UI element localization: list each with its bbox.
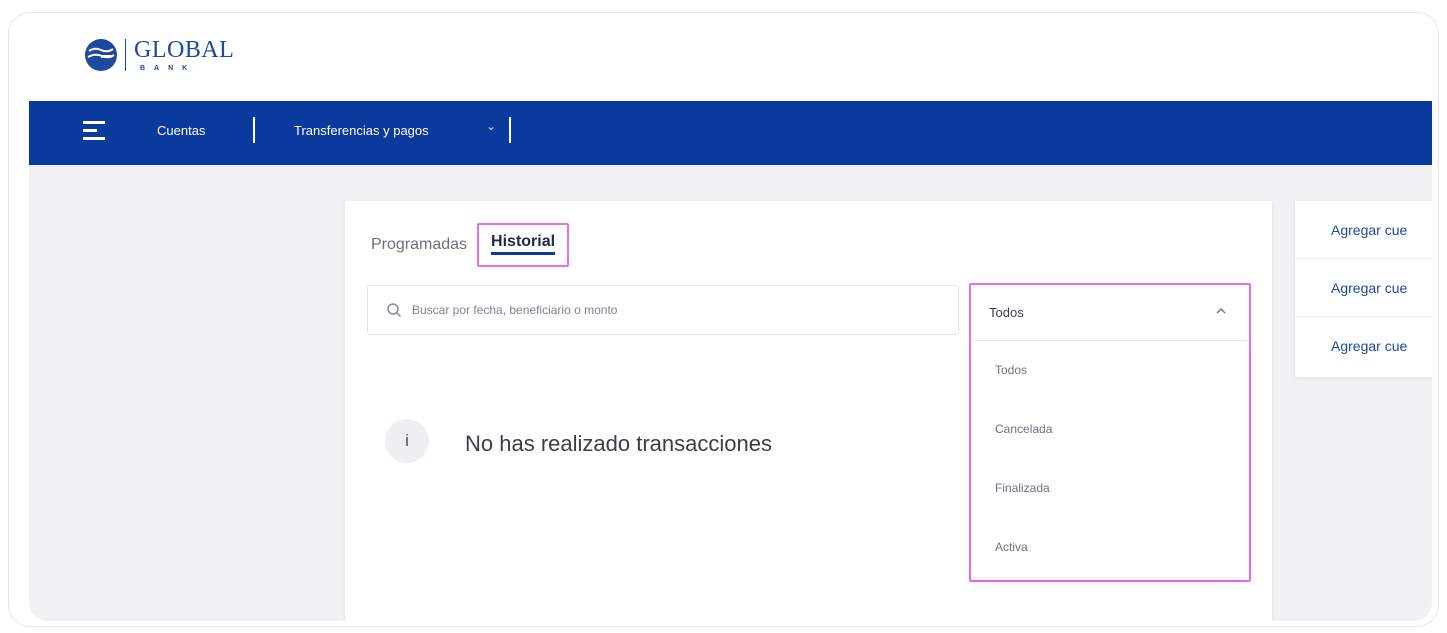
logo-divider — [125, 39, 126, 71]
screenshot-frame: GLOBAL BANK Cuentas Transferencias y pag… — [8, 12, 1439, 627]
app-window: GLOBAL BANK Cuentas Transferencias y pag… — [29, 13, 1432, 621]
add-account-link[interactable]: Agregar cue — [1295, 317, 1432, 375]
nav-divider — [509, 117, 511, 143]
menu-icon[interactable] — [83, 121, 105, 143]
globe-logo-icon — [85, 39, 117, 71]
add-account-link[interactable]: Agregar cue — [1295, 259, 1432, 317]
tab-programadas[interactable]: Programadas — [371, 236, 467, 254]
status-filter-dropdown: Todos Todos Cancelada Finalizada Activa — [969, 283, 1251, 582]
option-cancelada[interactable]: Cancelada — [971, 400, 1249, 459]
option-todos[interactable]: Todos — [971, 341, 1249, 400]
brand-subname: BANK — [140, 65, 197, 72]
nav-divider — [253, 117, 255, 143]
search-icon — [387, 303, 402, 318]
tab-bar: Programadas Historial — [371, 223, 570, 267]
brand-name: GLOBAL — [134, 37, 235, 63]
logo-wordmark: GLOBAL BANK — [134, 38, 234, 72]
add-account-link[interactable]: Agregar cue — [1295, 201, 1432, 259]
option-activa[interactable]: Activa — [971, 518, 1249, 577]
status-filter-options: Todos Cancelada Finalizada Activa — [971, 341, 1249, 577]
chevron-down-icon[interactable]: ⌄ — [486, 119, 496, 133]
search-box — [367, 285, 959, 335]
tab-historial-label: Historial — [491, 233, 556, 250]
status-filter-value: Todos — [989, 305, 1024, 320]
nav-item-cuentas[interactable]: Cuentas — [157, 123, 205, 138]
brand-header: GLOBAL BANK — [29, 13, 1432, 101]
chevron-up-icon — [1216, 308, 1226, 314]
nav-item-transferencias[interactable]: Transferencias y pagos — [294, 123, 429, 138]
bank-logo[interactable]: GLOBAL BANK — [83, 37, 234, 73]
active-tab-indicator — [491, 252, 556, 255]
info-icon: i — [385, 419, 429, 463]
quick-actions-card: Agregar cue Agregar cue Agregar cue — [1295, 201, 1432, 377]
search-input[interactable] — [412, 303, 932, 317]
status-filter-select[interactable]: Todos — [971, 285, 1249, 341]
main-navbar: Cuentas Transferencias y pagos ⌄ — [29, 101, 1432, 165]
tab-historial[interactable]: Historial — [477, 223, 570, 267]
empty-state-message: No has realizado transacciones — [465, 431, 772, 456]
transactions-panel: Programadas Historial i No has realizado… — [345, 201, 1272, 621]
option-finalizada[interactable]: Finalizada — [971, 459, 1249, 518]
